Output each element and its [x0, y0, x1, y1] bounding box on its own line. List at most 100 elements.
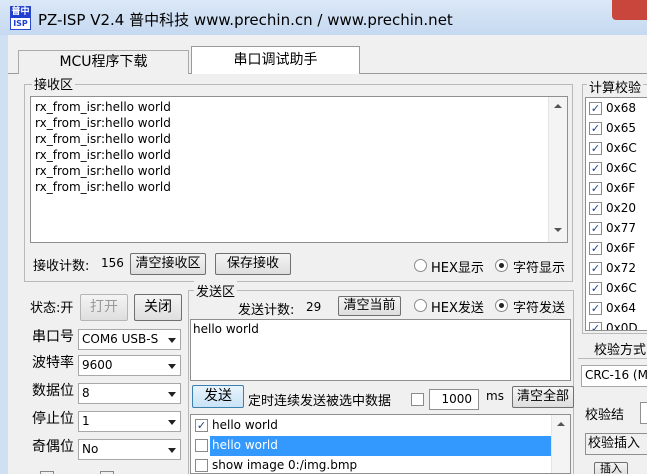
- send-item-checkbox[interactable]: [195, 459, 208, 472]
- send-button[interactable]: 发送: [192, 385, 244, 408]
- receive-textarea[interactable]: rx_from_isr:hello world rx_from_isr:hello…: [30, 96, 568, 243]
- save-receive-button[interactable]: 保存接收: [215, 253, 291, 275]
- checksum-checkbox[interactable]: ✓: [589, 142, 602, 155]
- receive-lines: rx_from_isr:hello world rx_from_isr:hello…: [35, 99, 171, 195]
- checksum-row[interactable]: ✓ 0x64: [586, 298, 647, 318]
- checksum-checkbox[interactable]: ✓: [589, 242, 602, 255]
- checksum-row[interactable]: ✓ 0x6C: [586, 138, 647, 158]
- checksum-byte: 0x6F: [606, 181, 636, 195]
- clear-receive-button[interactable]: 清空接收区: [130, 253, 206, 275]
- checksum-checkbox[interactable]: ✓: [589, 202, 602, 215]
- checksum-rows: ✓ 0x68 ✓ 0x65 ✓ 0x6C ✓ 0x6C ✓ 0x6F ✓ 0x20 ✓ 0x77 ✓ 0x6F…: [586, 98, 647, 330]
- receive-line: rx_from_isr:hello world: [35, 164, 171, 178]
- checksum-row[interactable]: ✓ 0x72: [586, 258, 647, 278]
- databits-select[interactable]: 8: [78, 383, 181, 404]
- checksum-result-field[interactable]: [640, 402, 647, 424]
- checksum-byte: 0x20: [606, 201, 637, 215]
- checksum-checkbox[interactable]: ✓: [589, 102, 602, 115]
- tab-mcu-download[interactable]: MCU程序下载: [18, 50, 189, 74]
- checksum-byte: 0x6C: [606, 281, 637, 295]
- char-send-label: 字符发送: [513, 301, 566, 316]
- checksum-row[interactable]: ✓ 0x6F: [586, 238, 647, 258]
- timed-send-label: 定时连续发送被选中数据: [248, 394, 392, 409]
- scroll-up-icon[interactable]: [554, 104, 562, 108]
- interval-input[interactable]: 1000: [429, 389, 479, 410]
- interval-unit: ms: [486, 389, 504, 403]
- checksum-row[interactable]: ✓ 0x6C: [586, 278, 647, 298]
- send-list-item[interactable]: show image 0:/img.bmp: [191, 456, 551, 474]
- receive-line: rx_from_isr:hello world: [35, 180, 171, 194]
- checksum-byte: 0x6C: [606, 141, 637, 155]
- send-item-text: hello world: [212, 418, 278, 432]
- receive-line: rx_from_isr:hello world: [35, 132, 171, 146]
- send-list-item[interactable]: hello world: [191, 436, 551, 456]
- chevron-down-icon: [168, 448, 176, 453]
- checksum-row[interactable]: ✓ 0x6C: [586, 158, 647, 178]
- receive-scrollbar[interactable]: [548, 97, 567, 242]
- port-select[interactable]: COM6 USB-S: [78, 329, 181, 350]
- checksum-row[interactable]: ✓ 0x6F: [586, 178, 647, 198]
- checksum-checkbox[interactable]: ✓: [589, 262, 602, 275]
- databits-select-value: 8: [82, 386, 90, 400]
- clear-all-button[interactable]: 清空全部: [512, 386, 574, 408]
- checksum-method-label: 校验方式: [594, 343, 647, 358]
- divider: [578, 358, 647, 359]
- checksum-byte: 0x6C: [606, 161, 637, 175]
- baud-label: 波特率: [32, 355, 74, 371]
- checksum-byte: 0x68: [606, 101, 637, 115]
- send-item-text: hello world: [212, 438, 278, 452]
- char-send-radio[interactable]: [495, 299, 508, 312]
- checksum-row[interactable]: ✓ 0x77: [586, 218, 647, 238]
- open-port-button[interactable]: 打开: [80, 294, 128, 321]
- send-item-checkbox[interactable]: [195, 439, 208, 452]
- stopbits-select[interactable]: 1: [78, 411, 181, 432]
- baud-select-value: 9600: [82, 358, 113, 372]
- scroll-up-icon[interactable]: [557, 422, 565, 426]
- tab-serial-assistant[interactable]: 串口调试助手: [191, 46, 360, 74]
- send-list-scrollbar[interactable]: [551, 415, 570, 473]
- checksum-checkbox[interactable]: ✓: [589, 322, 602, 330]
- port-label: 串口号: [32, 329, 74, 345]
- checksum-row[interactable]: ✓ 0x0D: [586, 318, 647, 330]
- databits-label: 数据位: [32, 383, 74, 399]
- char-display-label: 字符显示: [513, 261, 566, 276]
- checksum-insert-field[interactable]: 校验插入: [585, 433, 647, 455]
- send-item-checkbox[interactable]: ✓: [195, 419, 208, 432]
- checksum-checkbox[interactable]: ✓: [589, 282, 602, 295]
- baud-select[interactable]: 9600: [78, 355, 181, 376]
- checksum-checkbox[interactable]: ✓: [589, 122, 602, 135]
- send-list-item[interactable]: ✓ hello world: [191, 416, 551, 436]
- send-textarea[interactable]: hello world: [190, 319, 571, 381]
- checksum-row[interactable]: ✓ 0x65: [586, 118, 647, 138]
- checksum-row[interactable]: ✓ 0x68: [586, 98, 647, 118]
- scroll-down-icon[interactable]: [554, 228, 562, 232]
- app-icon-top: 普中: [11, 7, 30, 18]
- hex-display-radio[interactable]: [414, 259, 427, 272]
- checksum-byte: 0x65: [606, 121, 637, 135]
- timed-send-checkbox[interactable]: [411, 393, 424, 406]
- window-title: PZ-ISP V2.4 普中科技 www.prechin.cn / www.pr…: [38, 11, 453, 29]
- insert-button[interactable]: 插入: [594, 462, 628, 474]
- send-list[interactable]: ✓ hello world hello world show image 0:/…: [190, 414, 571, 474]
- close-button[interactable]: [612, 0, 647, 20]
- checksum-method-value: CRC-16 (Mo: [585, 368, 647, 382]
- checksum-byte-list[interactable]: ✓ 0x68 ✓ 0x65 ✓ 0x6C ✓ 0x6C ✓ 0x6F ✓ 0x20 ✓ 0x77 ✓ 0x6F…: [585, 97, 647, 331]
- checksum-checkbox[interactable]: ✓: [589, 162, 602, 175]
- checksum-checkbox[interactable]: ✓: [589, 302, 602, 315]
- close-port-button[interactable]: 关闭: [134, 294, 182, 321]
- checksum-result-label: 校验结: [585, 408, 625, 423]
- checksum-method-select[interactable]: CRC-16 (Mo: [581, 365, 647, 387]
- port-select-value: COM6 USB-S: [82, 332, 159, 346]
- checksum-row[interactable]: ✓ 0x20: [586, 198, 647, 218]
- checksum-checkbox[interactable]: ✓: [589, 222, 602, 235]
- receive-line: rx_from_isr:hello world: [35, 148, 171, 162]
- chevron-down-icon: [168, 364, 176, 369]
- stopbits-label: 停止位: [32, 411, 74, 427]
- clear-current-button[interactable]: 清空当前: [338, 296, 401, 316]
- hex-send-radio[interactable]: [414, 299, 427, 312]
- checksum-group-label: 计算校验: [587, 77, 644, 96]
- parity-select[interactable]: No: [78, 439, 181, 460]
- send-group-label: 发送区: [194, 281, 238, 300]
- char-display-radio[interactable]: [495, 259, 508, 272]
- checksum-checkbox[interactable]: ✓: [589, 182, 602, 195]
